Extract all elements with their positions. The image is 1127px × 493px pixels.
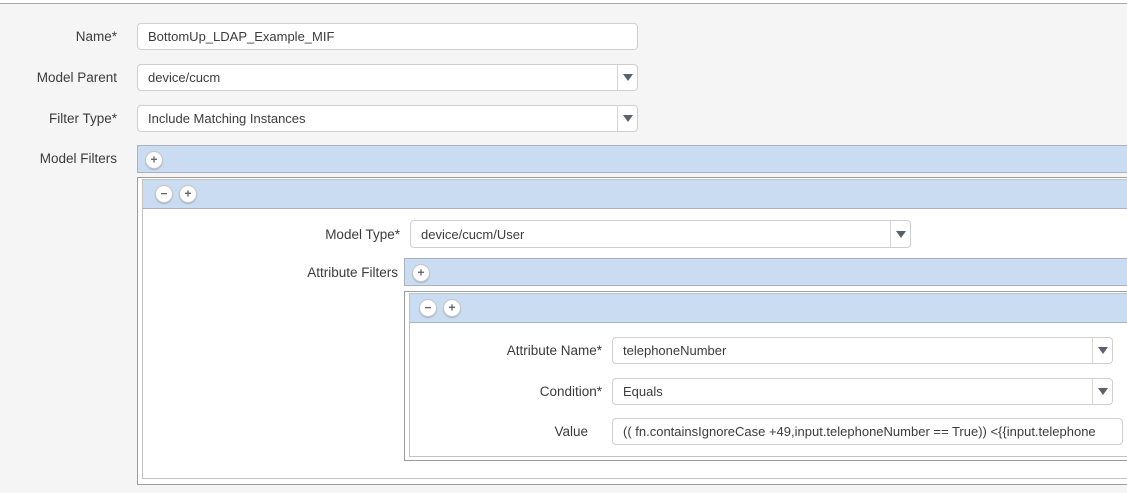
plus-icon: + — [448, 300, 456, 315]
dropdown-arrow-icon[interactable] — [890, 221, 910, 247]
value-input[interactable] — [612, 418, 1123, 445]
chevron-down-icon — [1097, 388, 1108, 395]
minus-icon: − — [424, 300, 432, 315]
top-divider — [0, 0, 1127, 4]
model-filters-add-bar — [137, 145, 1127, 173]
attribute-filters-add-bar — [404, 258, 1127, 286]
model-parent-dropdown[interactable]: device/cucm — [137, 64, 638, 91]
chevron-down-icon — [622, 115, 633, 122]
model-filters-label: Model Filters — [39, 151, 117, 166]
chevron-down-icon — [1097, 347, 1108, 354]
name-label: Name* — [75, 29, 117, 44]
chevron-down-icon — [622, 74, 633, 81]
attribute-name-dropdown[interactable]: telephoneNumber — [612, 337, 1113, 364]
model-type-label: Model Type* — [325, 227, 400, 242]
attribute-name-value: telephoneNumber — [623, 343, 727, 358]
dropdown-arrow-icon[interactable] — [1092, 338, 1112, 363]
condition-label: Condition* — [539, 384, 602, 399]
model-filter-remove-button[interactable]: − — [155, 185, 173, 203]
condition-value: Equals — [623, 384, 663, 399]
model-filter-add-button[interactable]: + — [179, 185, 197, 203]
model-type-value: device/cucm/User — [421, 226, 525, 242]
filter-type-value: Include Matching Instances — [148, 111, 306, 126]
model-type-dropdown[interactable]: device/cucm/User — [410, 220, 911, 248]
attribute-name-label: Attribute Name* — [506, 343, 602, 358]
filter-type-dropdown[interactable]: Include Matching Instances — [137, 105, 638, 132]
model-filters-add-button[interactable]: + — [145, 151, 163, 169]
plus-icon: + — [417, 265, 425, 280]
model-parent-label: Model Parent — [36, 70, 117, 85]
attribute-filter-remove-button[interactable]: − — [419, 299, 437, 317]
value-label: Value — [554, 424, 588, 439]
model-parent-value: device/cucm — [148, 70, 221, 85]
attribute-filter-add-button[interactable]: + — [443, 299, 461, 317]
model-filter-item-header — [143, 180, 1127, 209]
dropdown-arrow-icon[interactable] — [617, 106, 637, 131]
plus-icon: + — [184, 186, 192, 201]
attribute-filters-add-button[interactable]: + — [412, 264, 430, 282]
minus-icon: − — [160, 186, 168, 201]
dropdown-arrow-icon[interactable] — [617, 65, 637, 90]
attribute-filters-label: Attribute Filters — [307, 265, 398, 280]
form-page: Name* Model Parent device/cucm Filter Ty… — [0, 0, 1127, 493]
attribute-filter-item-header — [410, 294, 1127, 323]
filter-type-label: Filter Type* — [48, 111, 117, 126]
dropdown-arrow-icon[interactable] — [1092, 379, 1112, 404]
chevron-down-icon — [895, 230, 906, 238]
plus-icon: + — [150, 152, 158, 167]
condition-dropdown[interactable]: Equals — [612, 378, 1113, 405]
name-input[interactable] — [137, 23, 638, 50]
